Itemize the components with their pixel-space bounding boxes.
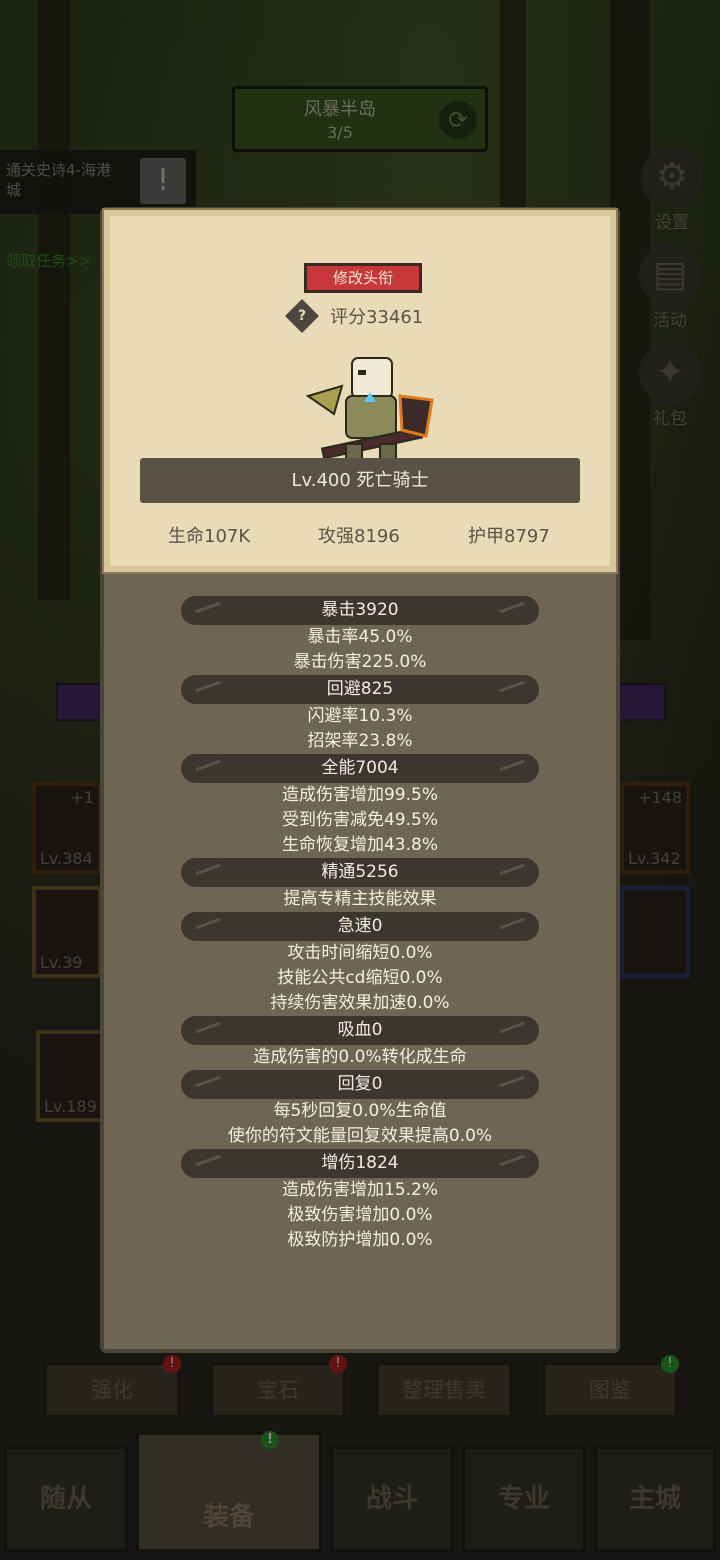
- stat-line: 暴击率45.0%: [307, 627, 413, 647]
- character-card: 修改头衔 ? 评分33461 Lv.400 死亡骑士 生命107K 攻强8196…: [102, 208, 618, 574]
- help-icon[interactable]: ?: [285, 299, 319, 333]
- stat-line: 使你的符文能量回复效果提高0.0%: [227, 1126, 493, 1146]
- stat-line: 极致防护增加0.0%: [287, 1230, 433, 1250]
- stat-header-regen: 回复0: [181, 1070, 539, 1099]
- stat-line: 闪避率10.3%: [307, 706, 413, 726]
- base-stats: 生命107K 攻强8196 护甲8797: [110, 522, 610, 552]
- change-title-button[interactable]: 修改头衔: [304, 263, 422, 293]
- death-knight-avatar: [305, 357, 434, 461]
- stat-line: 提高专精主技能效果: [283, 889, 437, 909]
- hp-stat: 生命107K: [168, 526, 251, 547]
- stat-line: 造成伤害增加99.5%: [281, 785, 438, 805]
- stat-header-mastery: 精通5256: [181, 858, 539, 887]
- stat-line: 造成伤害的0.0%转化成生命: [253, 1047, 467, 1067]
- stat-line: 极致伤害增加0.0%: [287, 1205, 433, 1225]
- stat-list: 暴击3920 暴击率45.0% 暴击伤害225.0% 回避825 闪避率10.3…: [110, 596, 610, 1253]
- stat-line: 攻击时间缩短0.0%: [287, 943, 433, 963]
- armor-stat: 护甲8797: [468, 526, 550, 547]
- attack-stat: 攻强8196: [318, 526, 400, 547]
- stat-line: 持续伤害效果加速0.0%: [270, 993, 450, 1013]
- stat-line: 造成伤害增加15.2%: [281, 1180, 438, 1200]
- stat-header-lifesteal: 吸血0: [181, 1016, 539, 1045]
- stat-line: 招架率23.8%: [307, 731, 413, 751]
- stat-header-versatility: 全能7004: [181, 754, 539, 783]
- stat-header-avoid: 回避825: [181, 675, 539, 704]
- stat-line: 暴击伤害225.0%: [293, 652, 427, 672]
- stat-line: 生命恢复增加43.8%: [281, 835, 438, 855]
- stat-header-damage-bonus: 增伤1824: [181, 1149, 539, 1178]
- stat-header-crit: 暴击3920: [181, 596, 539, 625]
- stat-line: 受到伤害减免49.5%: [281, 810, 438, 830]
- stat-line: 每5秒回复0.0%生命值: [273, 1101, 447, 1121]
- score-text: 评分33461: [330, 307, 424, 328]
- character-name-bar: Lv.400 死亡骑士: [140, 458, 580, 503]
- score-row: ? 评分33461: [285, 299, 424, 333]
- stat-line: 技能公共cd缩短0.0%: [277, 968, 443, 988]
- stat-header-haste: 急速0: [181, 912, 539, 941]
